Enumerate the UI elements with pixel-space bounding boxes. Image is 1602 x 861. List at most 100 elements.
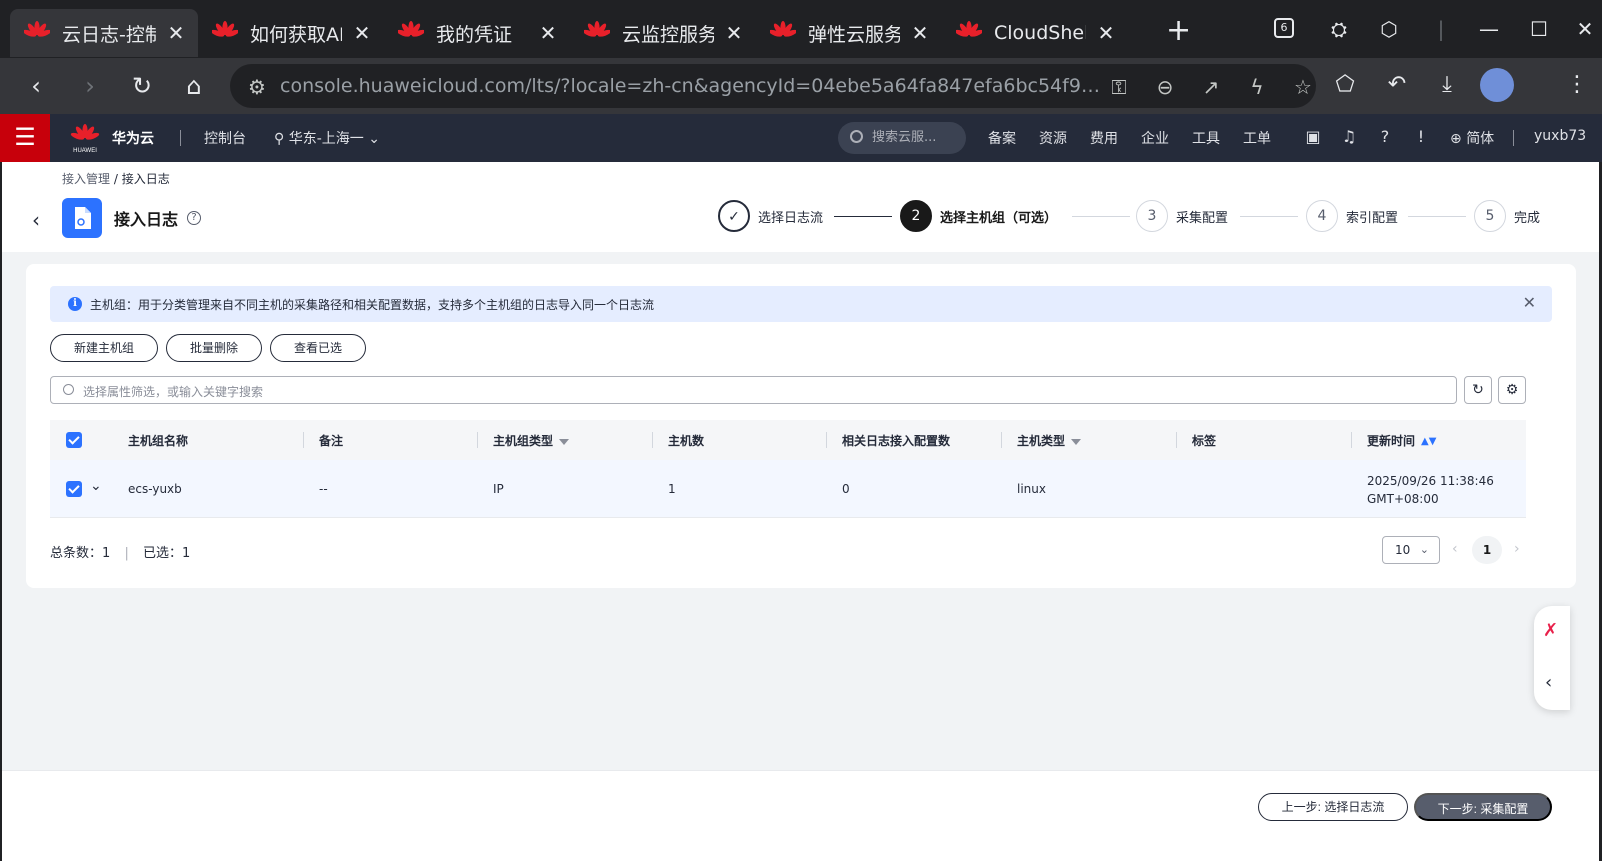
filter-search-input[interactable]: 选择属性筛选，或输入关键字搜索 [50, 376, 1457, 404]
step-5-label: 完成 [1514, 211, 1541, 226]
forward-icon[interactable]: › [74, 70, 106, 102]
profile-avatar[interactable] [1480, 68, 1514, 102]
search-icon [63, 384, 74, 395]
language-selector[interactable]: ⊕ 简体 [1450, 128, 1494, 148]
download-icon[interactable]: ⤓ [1432, 70, 1462, 100]
assistant-logo-icon[interactable]: ✗ [1543, 620, 1558, 641]
tab-count-icon[interactable]: 6 [1274, 18, 1294, 38]
feedback-icon[interactable]: ! [1410, 126, 1432, 148]
browser-tab-ecs[interactable]: 弹性云服务器 ✕ [756, 9, 942, 57]
globe-icon: ⊕ [1450, 131, 1467, 147]
table-row[interactable]: ⌄ ecs-yuxb -- IP 1 0 linux 2025/09/26 11… [50, 460, 1526, 518]
menu-enterprise[interactable]: 企业 [1141, 128, 1169, 148]
filter-funnel-icon[interactable] [559, 438, 570, 445]
close-icon[interactable]: ✕ [910, 21, 930, 45]
tab-label: 如何获取AK/SK [250, 23, 342, 46]
breadcrumb-parent[interactable]: 接入管理 [62, 172, 110, 186]
close-window-icon[interactable]: ✕ [1570, 14, 1600, 44]
close-icon[interactable]: ✕ [1096, 21, 1116, 45]
extension-puzzle-icon[interactable]: ⬠ [1330, 70, 1360, 100]
next-page-icon[interactable]: › [1514, 541, 1520, 557]
refresh-icon[interactable]: ↻ [1464, 376, 1492, 404]
back-chevron-icon[interactable]: ‹ [32, 208, 40, 232]
maximize-icon[interactable]: ☐ [1524, 14, 1554, 44]
step-connector [1240, 216, 1298, 217]
close-icon[interactable]: ✕ [352, 21, 372, 45]
menu-beian[interactable]: 备案 [988, 128, 1016, 148]
browser-tab-cloudshell[interactable]: CloudShell ✕ [942, 9, 1128, 57]
incognito-icon[interactable]: ⛭ [1324, 14, 1354, 44]
current-page[interactable]: 1 [1472, 536, 1502, 564]
zoom-out-icon[interactable]: ⊖ [1152, 74, 1178, 100]
console-link[interactable]: 控制台 [204, 128, 246, 148]
prev-step-button[interactable]: 上一步: 选择日志流 [1258, 793, 1408, 821]
select-all-checkbox[interactable] [66, 432, 82, 448]
lightning-icon[interactable]: ϟ [1244, 74, 1270, 100]
new-tab-button[interactable]: + [1166, 16, 1191, 46]
menu-resources[interactable]: 资源 [1039, 128, 1067, 148]
terminal-icon[interactable]: ▣ [1302, 126, 1324, 148]
sort-icon[interactable]: ▲▼ [1421, 436, 1436, 447]
chevron-down-icon: ⌄ [1419, 543, 1429, 556]
close-icon[interactable]: ✕ [166, 21, 186, 45]
address-bar[interactable]: ⚙ console.huaweicloud.com/lts/?locale=zh… [230, 64, 1316, 108]
browser-tab-aksk[interactable]: 如何获取AK/SK ✕ [198, 9, 384, 57]
undo-icon[interactable]: ↶ [1382, 70, 1412, 100]
browser-tab-lts[interactable]: 云日志-控制台 ✕ [10, 9, 198, 57]
help-circle-icon[interactable]: ? [187, 211, 201, 225]
menu-tickets[interactable]: 工单 [1243, 128, 1271, 148]
home-icon[interactable]: ⌂ [178, 70, 210, 102]
more-menu-icon[interactable]: ⋮ [1562, 70, 1592, 100]
region-selector[interactable]: ⚲ 华东-上海一 ⌄ [274, 128, 380, 148]
create-host-group-button[interactable]: 新建主机组 [50, 334, 158, 362]
help-icon[interactable]: ? [1374, 126, 1396, 148]
logo-text: HUAWEI [73, 148, 97, 154]
page-size-select[interactable]: 10 ⌄ [1382, 536, 1440, 564]
column-header-updated[interactable]: 更新时间 ▲▼ [1367, 432, 1436, 449]
back-icon[interactable]: ‹ [20, 70, 52, 102]
breadcrumb-current: 接入日志 [121, 172, 170, 186]
user-menu[interactable]: yuxb73 [1534, 128, 1586, 144]
huawei-logo-icon [584, 21, 610, 37]
extensions-icon[interactable]: ⬡ [1374, 14, 1404, 44]
cell-host-count: 1 [668, 482, 676, 496]
cell-config-count: 0 [842, 482, 850, 496]
collapse-chevron-icon[interactable]: ‹ [1545, 672, 1552, 693]
browser-tab-ces[interactable]: 云监控服务 - 控制台 ✕ [570, 9, 756, 57]
column-header-host-type: 主机类型 [1017, 432, 1082, 449]
next-step-button[interactable]: 下一步: 采集配置 [1414, 793, 1552, 821]
expand-chevron-icon[interactable]: ⌄ [90, 478, 102, 494]
close-icon[interactable]: ✕ [1523, 293, 1536, 312]
reload-icon[interactable]: ↻ [126, 70, 158, 102]
view-selected-button[interactable]: 查看已选 [270, 334, 366, 362]
close-icon[interactable]: ✕ [724, 21, 744, 45]
url-text[interactable]: console.huaweicloud.com/lts/?locale=zh-c… [280, 75, 1100, 97]
prev-page-icon[interactable]: ‹ [1452, 541, 1458, 557]
updated-timezone: GMT+08:00 [1367, 492, 1439, 506]
key-icon[interactable]: ⚿ [1106, 74, 1132, 100]
share-icon[interactable]: ↗ [1198, 74, 1224, 100]
step-connector [1408, 216, 1466, 217]
bookmark-star-icon[interactable]: ☆ [1290, 74, 1316, 100]
menu-billing[interactable]: 费用 [1090, 128, 1118, 148]
divider [180, 130, 181, 146]
site-info-icon[interactable]: ⚙ [244, 74, 270, 100]
filter-funnel-icon[interactable] [1071, 438, 1082, 445]
row-checkbox[interactable] [66, 481, 82, 497]
close-icon[interactable]: ✕ [538, 21, 558, 45]
browser-tab-credentials[interactable]: 我的凭证 ✕ [384, 9, 570, 57]
bell-icon[interactable]: ♫ [1338, 126, 1360, 148]
brand-name[interactable]: 华为云 [112, 128, 154, 148]
header-search[interactable]: 搜索云服... [838, 122, 966, 154]
tab-label: 云监控服务 - 控制台 [622, 23, 714, 46]
column-divider [1176, 432, 1177, 448]
batch-delete-button[interactable]: 批量删除 [166, 334, 262, 362]
cell-host-type: linux [1017, 482, 1046, 496]
menu-tools[interactable]: 工具 [1192, 128, 1220, 148]
menu-icon[interactable]: ☰ [0, 114, 50, 162]
column-header-remark: 备注 [319, 434, 344, 448]
minimize-icon[interactable]: — [1474, 14, 1504, 44]
log-document-icon [62, 198, 102, 238]
settings-gear-icon[interactable]: ⚙ [1498, 376, 1526, 404]
huawei-logo-icon: HUAWEI [70, 124, 100, 154]
